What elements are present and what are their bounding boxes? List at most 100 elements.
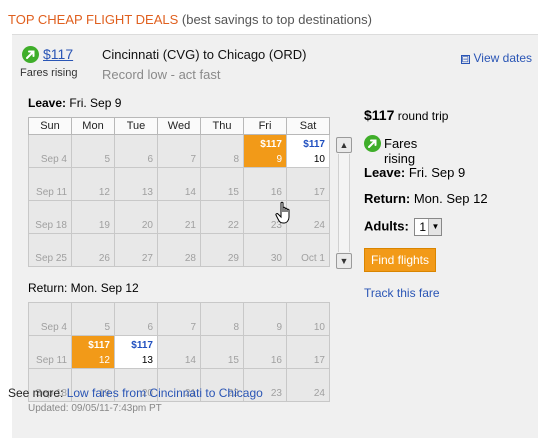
see-more-link[interactable]: Low fares from Cincinnati to Chicago: [67, 386, 263, 400]
summary-leave: Leave: Fri. Sep 9: [364, 165, 465, 180]
day-number: 6: [147, 154, 153, 165]
find-flights-button[interactable]: Find flights: [364, 248, 436, 272]
section-header: TOP CHEAP FLIGHT DEALS (best savings to …: [8, 12, 372, 27]
day-number: 10: [313, 154, 325, 165]
weekday-header: Fri: [243, 117, 287, 135]
day-number: 14: [184, 355, 196, 366]
calendar-week: Sep 4 5 6 7 8 $117 9 $117 10: [28, 134, 330, 168]
day-number: Sep 25: [35, 253, 67, 264]
rising-arrow-icon: [364, 135, 381, 152]
calendar-day: 12: [71, 167, 115, 201]
calendar-day-selected[interactable]: $117 9: [243, 134, 287, 168]
summary-leave-label: Leave:: [364, 165, 406, 180]
view-dates-label: View dates: [473, 51, 532, 65]
calendar-scrollbar[interactable]: ▲ ▼: [336, 137, 353, 269]
day-number: 15: [227, 187, 239, 198]
day-number: 13: [141, 355, 153, 366]
deal-price-link[interactable]: $117: [43, 46, 73, 62]
weekday-header: Mon: [71, 117, 115, 135]
deal-note: Record low - act fast: [102, 67, 221, 82]
summary-leave-value: Fri. Sep 9: [408, 165, 466, 180]
calendar-day-available[interactable]: $117 13: [114, 335, 158, 369]
collapse-icon: ⊟: [460, 54, 470, 64]
day-number: 29: [227, 253, 239, 264]
day-number: 26: [98, 253, 110, 264]
trip-type: round trip: [397, 109, 449, 123]
rising-arrow-icon: [22, 46, 39, 63]
calendar-week: Sep 25 26 27 28 29 30 Oct 1: [28, 233, 330, 267]
adults-select[interactable]: 1 ▼: [414, 218, 443, 236]
calendar-day: 10: [286, 302, 330, 336]
adults-label: Adults:: [364, 218, 409, 234]
calendar-day: 24: [286, 368, 330, 402]
day-number: 5: [104, 322, 110, 333]
calendar-day: 14: [157, 167, 201, 201]
calendar-week: Sep 11 $117 12 $117 13 14 15 16 17: [28, 335, 330, 369]
day-number: Sep 11: [36, 355, 67, 366]
calendar-day: 19: [71, 200, 115, 234]
calendar-day: 9: [243, 302, 287, 336]
return-calendar-label: Return: Mon. Sep 12: [28, 281, 139, 295]
calendar-day: 30: [243, 233, 287, 267]
scroll-down-button[interactable]: ▼: [336, 253, 352, 269]
track-fare-link[interactable]: Track this fare: [364, 286, 440, 300]
calendar-day: 16: [243, 167, 287, 201]
calendar-day: 8: [200, 134, 244, 168]
calendar-day: 17: [286, 167, 330, 201]
day-number: 13: [141, 187, 153, 198]
day-number: 7: [190, 154, 196, 165]
day-number: Sep 4: [40, 322, 67, 333]
calendar-day: 8: [200, 302, 244, 336]
day-number: 12: [98, 355, 110, 366]
fares-status-label: Fares rising: [20, 67, 78, 79]
updated-timestamp: Updated: 09/05/11-7:43pm PT: [28, 403, 162, 414]
summary-return-label: Return:: [364, 191, 411, 206]
weekday-header: Tue: [114, 117, 158, 135]
calendar-week: Sep 11 12 13 14 15 16 17: [28, 167, 330, 201]
calendar-day: 5: [71, 134, 115, 168]
leave-calendar-label: Leave: Fri. Sep 9: [28, 96, 121, 110]
day-number: Oct 1: [301, 253, 325, 264]
day-number: 21: [184, 220, 196, 231]
summary-fares-status: Fares rising: [384, 136, 418, 166]
weekday-header: Sat: [286, 117, 330, 135]
calendar-day: 20: [114, 200, 158, 234]
section-title: TOP CHEAP FLIGHT DEALS: [8, 12, 179, 27]
day-number: 23: [270, 388, 282, 399]
calendar-day: 7: [157, 302, 201, 336]
day-price: $117: [303, 139, 325, 150]
calendar-day: 13: [114, 167, 158, 201]
calendar-day: 14: [157, 335, 201, 369]
weekday-header: Wed: [157, 117, 201, 135]
calendar-day: Oct 1: [286, 233, 330, 267]
leave-calendar: Sun Mon Tue Wed Thu Fri Sat Sep 4 5 6 7 …: [28, 117, 330, 267]
calendar-day: 17: [286, 335, 330, 369]
adults-row: Adults: 1 ▼: [364, 218, 443, 236]
calendar-day-selected[interactable]: $117 12: [71, 335, 115, 369]
day-number: 17: [313, 355, 325, 366]
view-dates-link[interactable]: ⊟ View dates: [460, 51, 532, 65]
day-number: 7: [190, 322, 196, 333]
day-number: 8: [233, 322, 239, 333]
day-number: 28: [184, 253, 196, 264]
section-subtitle: (best savings to top destinations): [181, 12, 372, 27]
leave-label-bold: Leave:: [28, 96, 67, 110]
summary-return-value: Mon. Sep 12: [413, 191, 488, 206]
scroll-track[interactable]: [338, 154, 350, 252]
leave-label-value: Fri. Sep 9: [69, 96, 122, 110]
day-number: 12: [98, 187, 110, 198]
deal-summary-row: $117 Fares rising Cincinnati (CVG) to Ch…: [20, 45, 532, 85]
weekday-header-row: Sun Mon Tue Wed Thu Fri Sat: [28, 117, 330, 135]
day-number: 24: [313, 388, 325, 399]
day-number: 19: [98, 220, 110, 231]
weekday-header: Thu: [200, 117, 244, 135]
calendar-day-available[interactable]: $117 10: [286, 134, 330, 168]
calendar-day: Sep 11: [28, 167, 72, 201]
calendar-day: 26: [71, 233, 115, 267]
day-number: Sep 4: [40, 154, 67, 165]
day-price: $117: [260, 139, 282, 150]
scroll-up-button[interactable]: ▲: [336, 137, 352, 153]
day-number: 10: [313, 322, 325, 333]
round-trip-price: $117 round trip: [364, 107, 448, 123]
see-more-row: See more: Low fares from Cincinnati to C…: [8, 386, 263, 400]
